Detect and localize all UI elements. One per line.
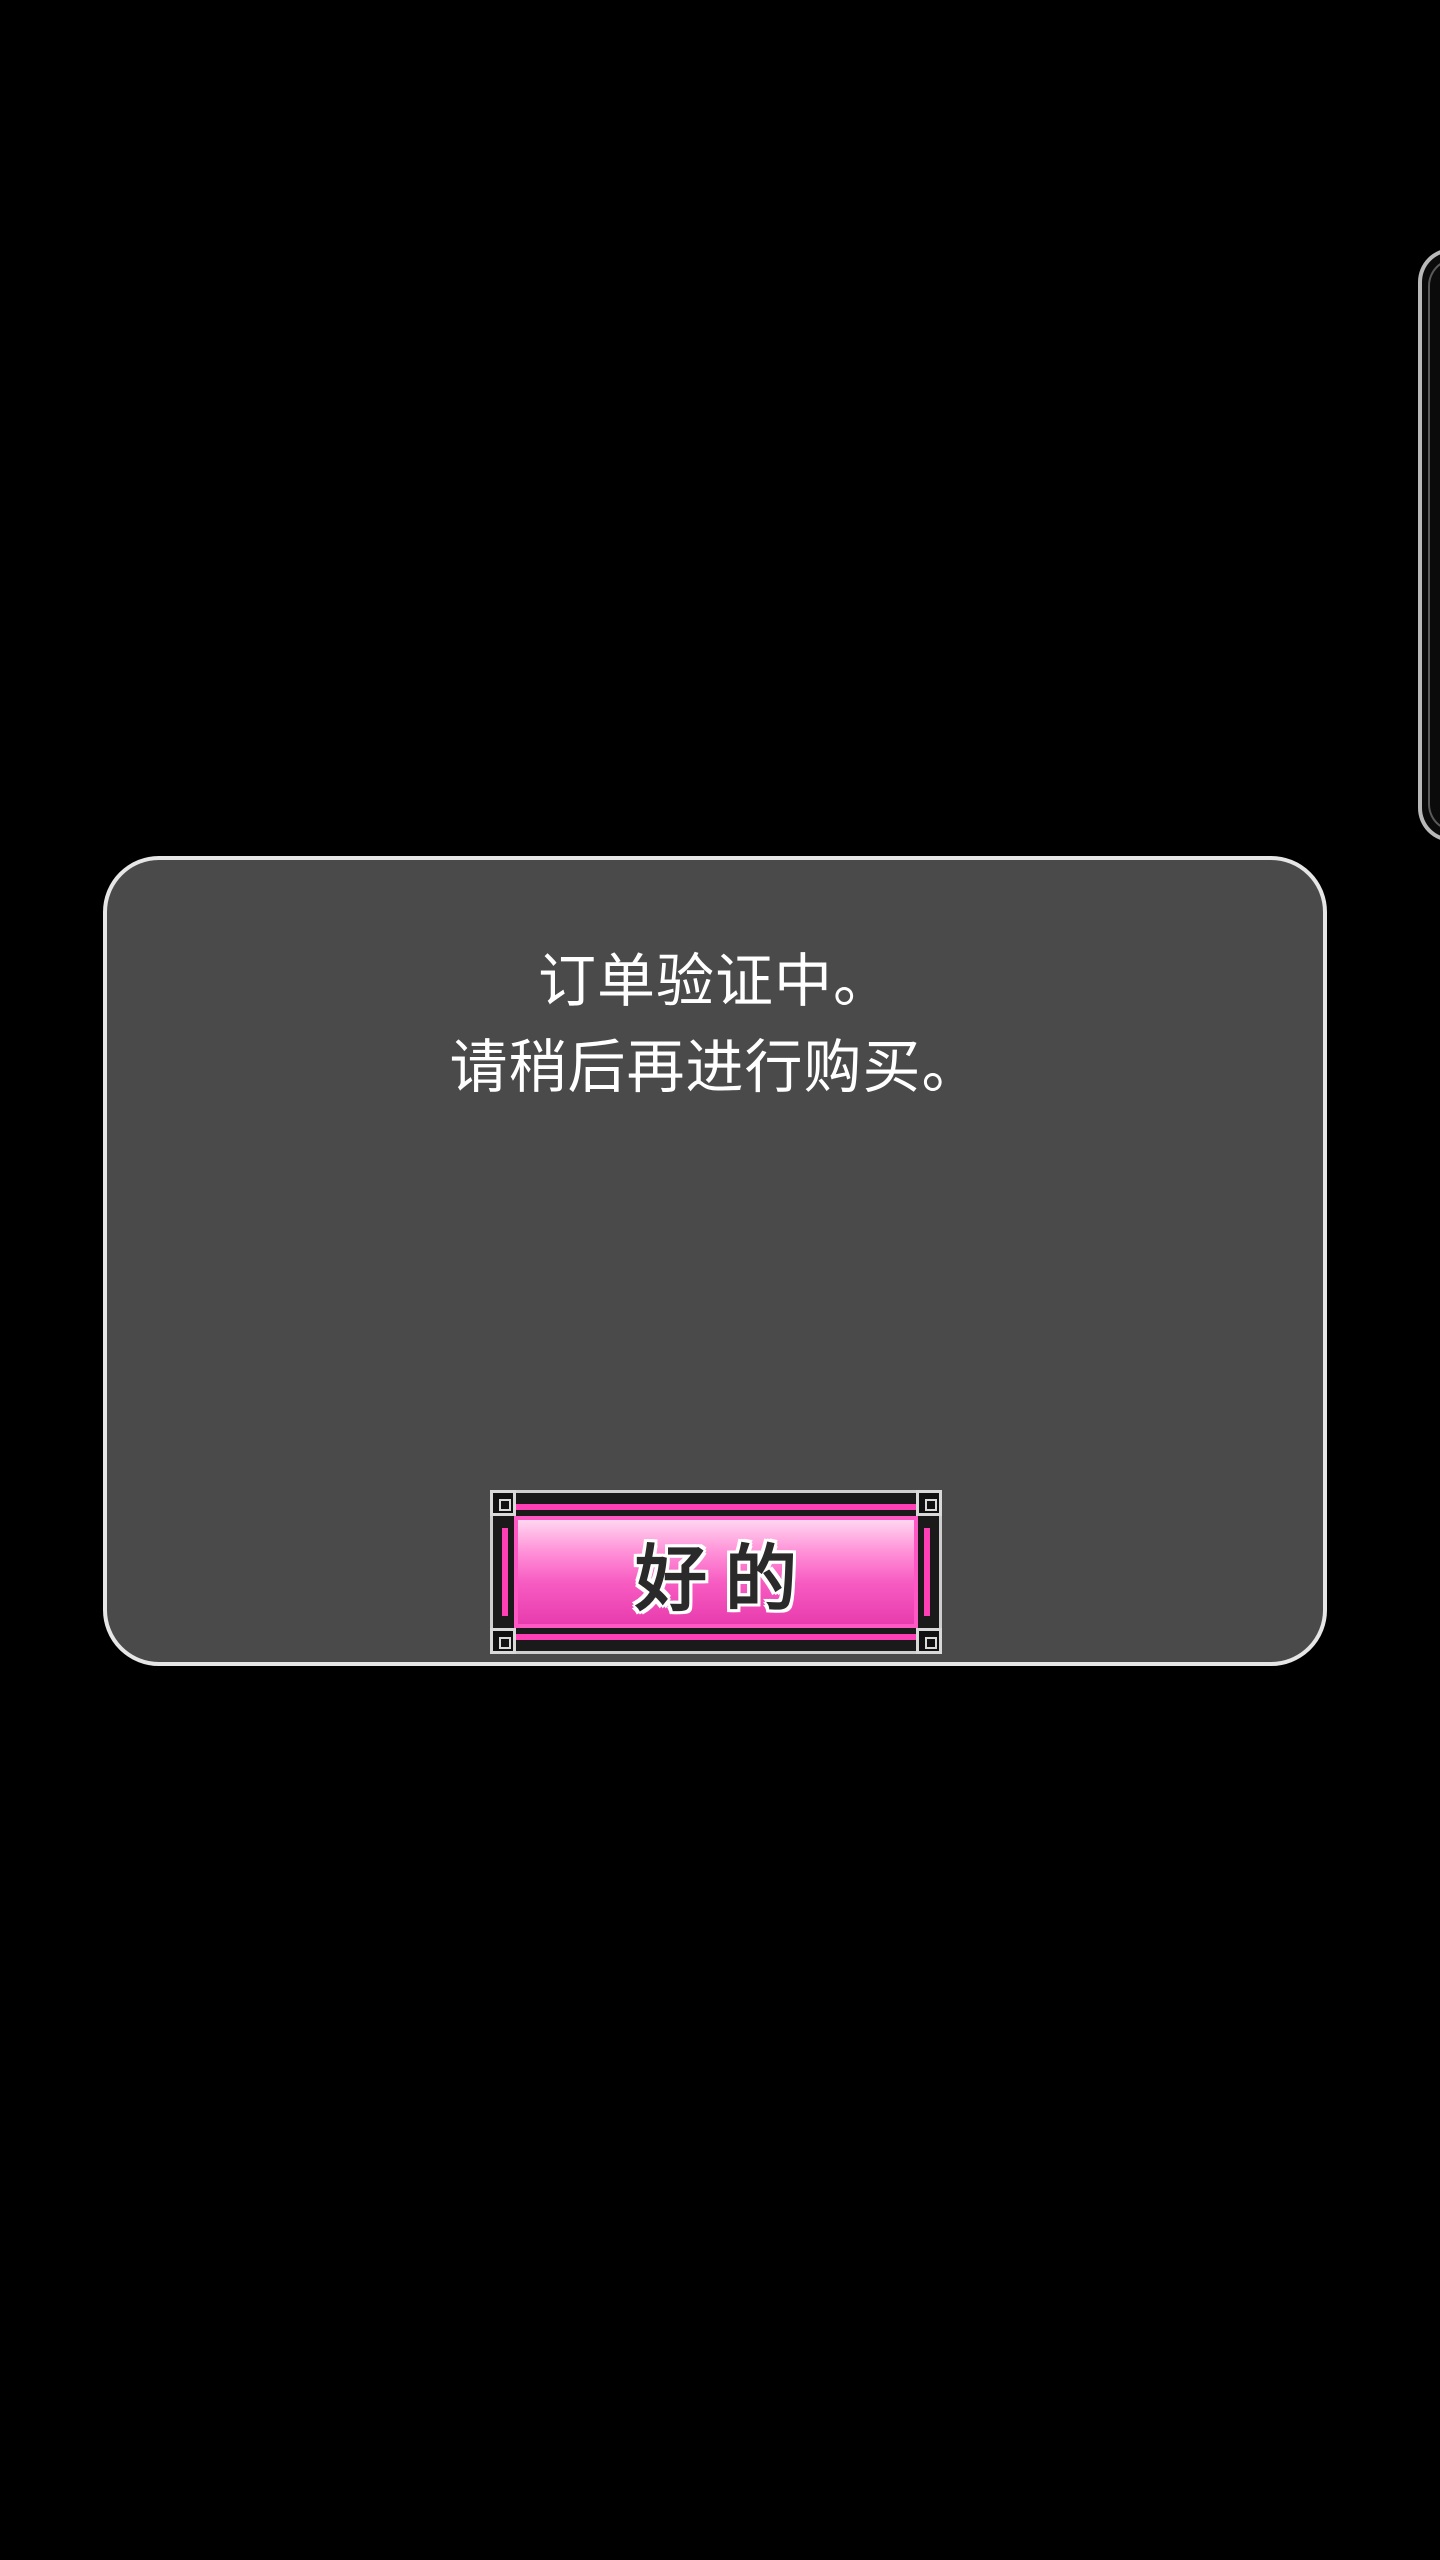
order-verification-dialog: 订单验证中。 请稍后再进行购买。 好的 [103,856,1327,1666]
message-line-1: 订单验证中。 [537,947,892,1015]
screen: 订单验证中。 请稍后再进行购买。 好的 [0,0,1440,2560]
dialog-message: 订单验证中。 请稍后再进行购买。 [107,938,1323,1110]
ok-button-label: 好的 [634,1535,815,1621]
message-line-2: 请稍后再进行购买。 [449,1033,981,1101]
ok-button[interactable]: 好的 [490,1490,942,1654]
side-panel-handle[interactable] [1418,248,1440,842]
